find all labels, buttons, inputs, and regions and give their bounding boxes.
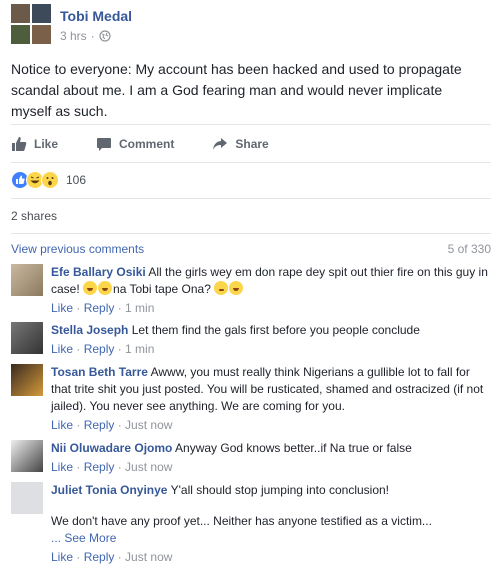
commenter-avatar[interactable] (11, 364, 43, 396)
comment-author[interactable]: Efe Ballary Osiki (51, 265, 146, 279)
separator: · (114, 418, 126, 432)
comment-reply-link[interactable]: Reply (84, 342, 115, 356)
comment-time[interactable]: Just now (125, 418, 172, 432)
comment-icon (97, 138, 112, 151)
reaction-summary[interactable]: 106 (11, 171, 86, 189)
comment-author[interactable]: Tosan Beth Tarre (51, 365, 148, 379)
thumbs-up-icon (12, 137, 27, 151)
comment-actions: Like · Reply · 1 min (51, 341, 491, 358)
comment-actions: Like · Reply · Just now (51, 459, 491, 476)
comment-reply-link[interactable]: Reply (84, 550, 115, 564)
laughing-emoji-icon (229, 281, 244, 295)
comment-author[interactable]: Nii Oluwadare Ojomo (51, 441, 172, 455)
author-avatar[interactable] (11, 4, 51, 44)
post-action-bar: Like Comment Share (11, 131, 307, 157)
comment-author[interactable]: Stella Joseph (51, 323, 128, 337)
laughing-emoji-icon (98, 281, 113, 295)
comment-text: Let them find the gals first before you … (131, 323, 420, 337)
comment-text: Anyway God knows better..if Na true or f… (175, 441, 412, 455)
commenter-avatar[interactable] (11, 440, 43, 472)
separator: · (73, 460, 84, 474)
share-label: Share (235, 137, 269, 151)
commenter-avatar[interactable] (11, 322, 43, 354)
separator: · (114, 342, 126, 356)
comment-text: Y'all should stop jumping into conclusio… (170, 483, 390, 497)
comment-button[interactable]: Comment (96, 136, 174, 152)
comment-body: Juliet Tonia Onyinye Y'all should stop j… (51, 482, 491, 566)
comment-body: Efe Ballary Osiki All the girls wey em d… (51, 264, 491, 317)
divider (11, 162, 491, 163)
comment-actions: Like · Reply · 1 min (51, 300, 491, 317)
comment-body: Stella Joseph Let them find the gals fir… (51, 322, 491, 358)
commenter-avatar[interactable] (11, 264, 43, 296)
separator: · (114, 301, 126, 315)
divider (11, 198, 491, 199)
comment-like-link[interactable]: Like (51, 460, 73, 474)
comment-reply-link[interactable]: Reply (84, 301, 115, 315)
separator: · (114, 460, 126, 474)
comment-pager: 5 of 330 (447, 242, 491, 256)
separator: · (73, 418, 84, 432)
separator: · (73, 550, 84, 564)
separator: · (114, 550, 126, 564)
comment-body: Tosan Beth Tarre Awww, you must really t… (51, 364, 491, 434)
like-label: Like (34, 137, 59, 151)
meta-separator: · (90, 29, 95, 43)
share-button[interactable]: Share (212, 136, 269, 152)
wow-reaction-icon (41, 171, 59, 189)
separator: · (73, 342, 84, 356)
see-more-link[interactable]: ... See More (51, 530, 491, 547)
comment-time[interactable]: Just now (125, 460, 172, 474)
globe-icon (99, 30, 111, 42)
post-header: Tobi Medal 3 hrs · (0, 0, 502, 52)
comment-like-link[interactable]: Like (51, 342, 73, 356)
commenter-avatar[interactable] (11, 482, 43, 514)
comment-body: Nii Oluwadare Ojomo Anyway God knows bet… (51, 440, 491, 476)
separator: · (73, 301, 84, 315)
comment-text-continued: na Tobi tape Ona? (113, 282, 211, 296)
comment-label: Comment (119, 137, 175, 151)
line-spacer (51, 499, 491, 513)
shares-count-link[interactable]: 2 shares (11, 209, 57, 223)
divider (11, 233, 491, 234)
reaction-count: 106 (66, 173, 87, 187)
comment-like-link[interactable]: Like (51, 418, 73, 432)
laughing-emoji-icon (83, 281, 98, 295)
comment-like-link[interactable]: Like (51, 301, 73, 315)
smirk-emoji-icon (214, 281, 229, 295)
view-previous-comments-link[interactable]: View previous comments (11, 242, 144, 256)
share-arrow-icon (213, 138, 228, 150)
comment-time[interactable]: 1 min (125, 342, 154, 356)
like-button[interactable]: Like (11, 136, 58, 152)
comment-actions: Like · Reply · Just now (51, 417, 491, 434)
comment-reply-link[interactable]: Reply (84, 418, 115, 432)
post-author-name[interactable]: Tobi Medal (60, 8, 132, 24)
comment-like-link[interactable]: Like (51, 550, 73, 564)
post-text: Notice to everyone: My account has been … (11, 61, 462, 119)
comment-time[interactable]: 1 min (125, 301, 154, 315)
divider (11, 124, 491, 125)
post-meta: 3 hrs · (60, 29, 111, 43)
comment-reply-link[interactable]: Reply (84, 460, 115, 474)
comment-time[interactable]: Just now (125, 550, 172, 564)
comment-author[interactable]: Juliet Tonia Onyinye (51, 483, 167, 497)
comment-text-continued: We don't have any proof yet... Neither h… (51, 514, 432, 528)
post-time[interactable]: 3 hrs (60, 29, 87, 43)
